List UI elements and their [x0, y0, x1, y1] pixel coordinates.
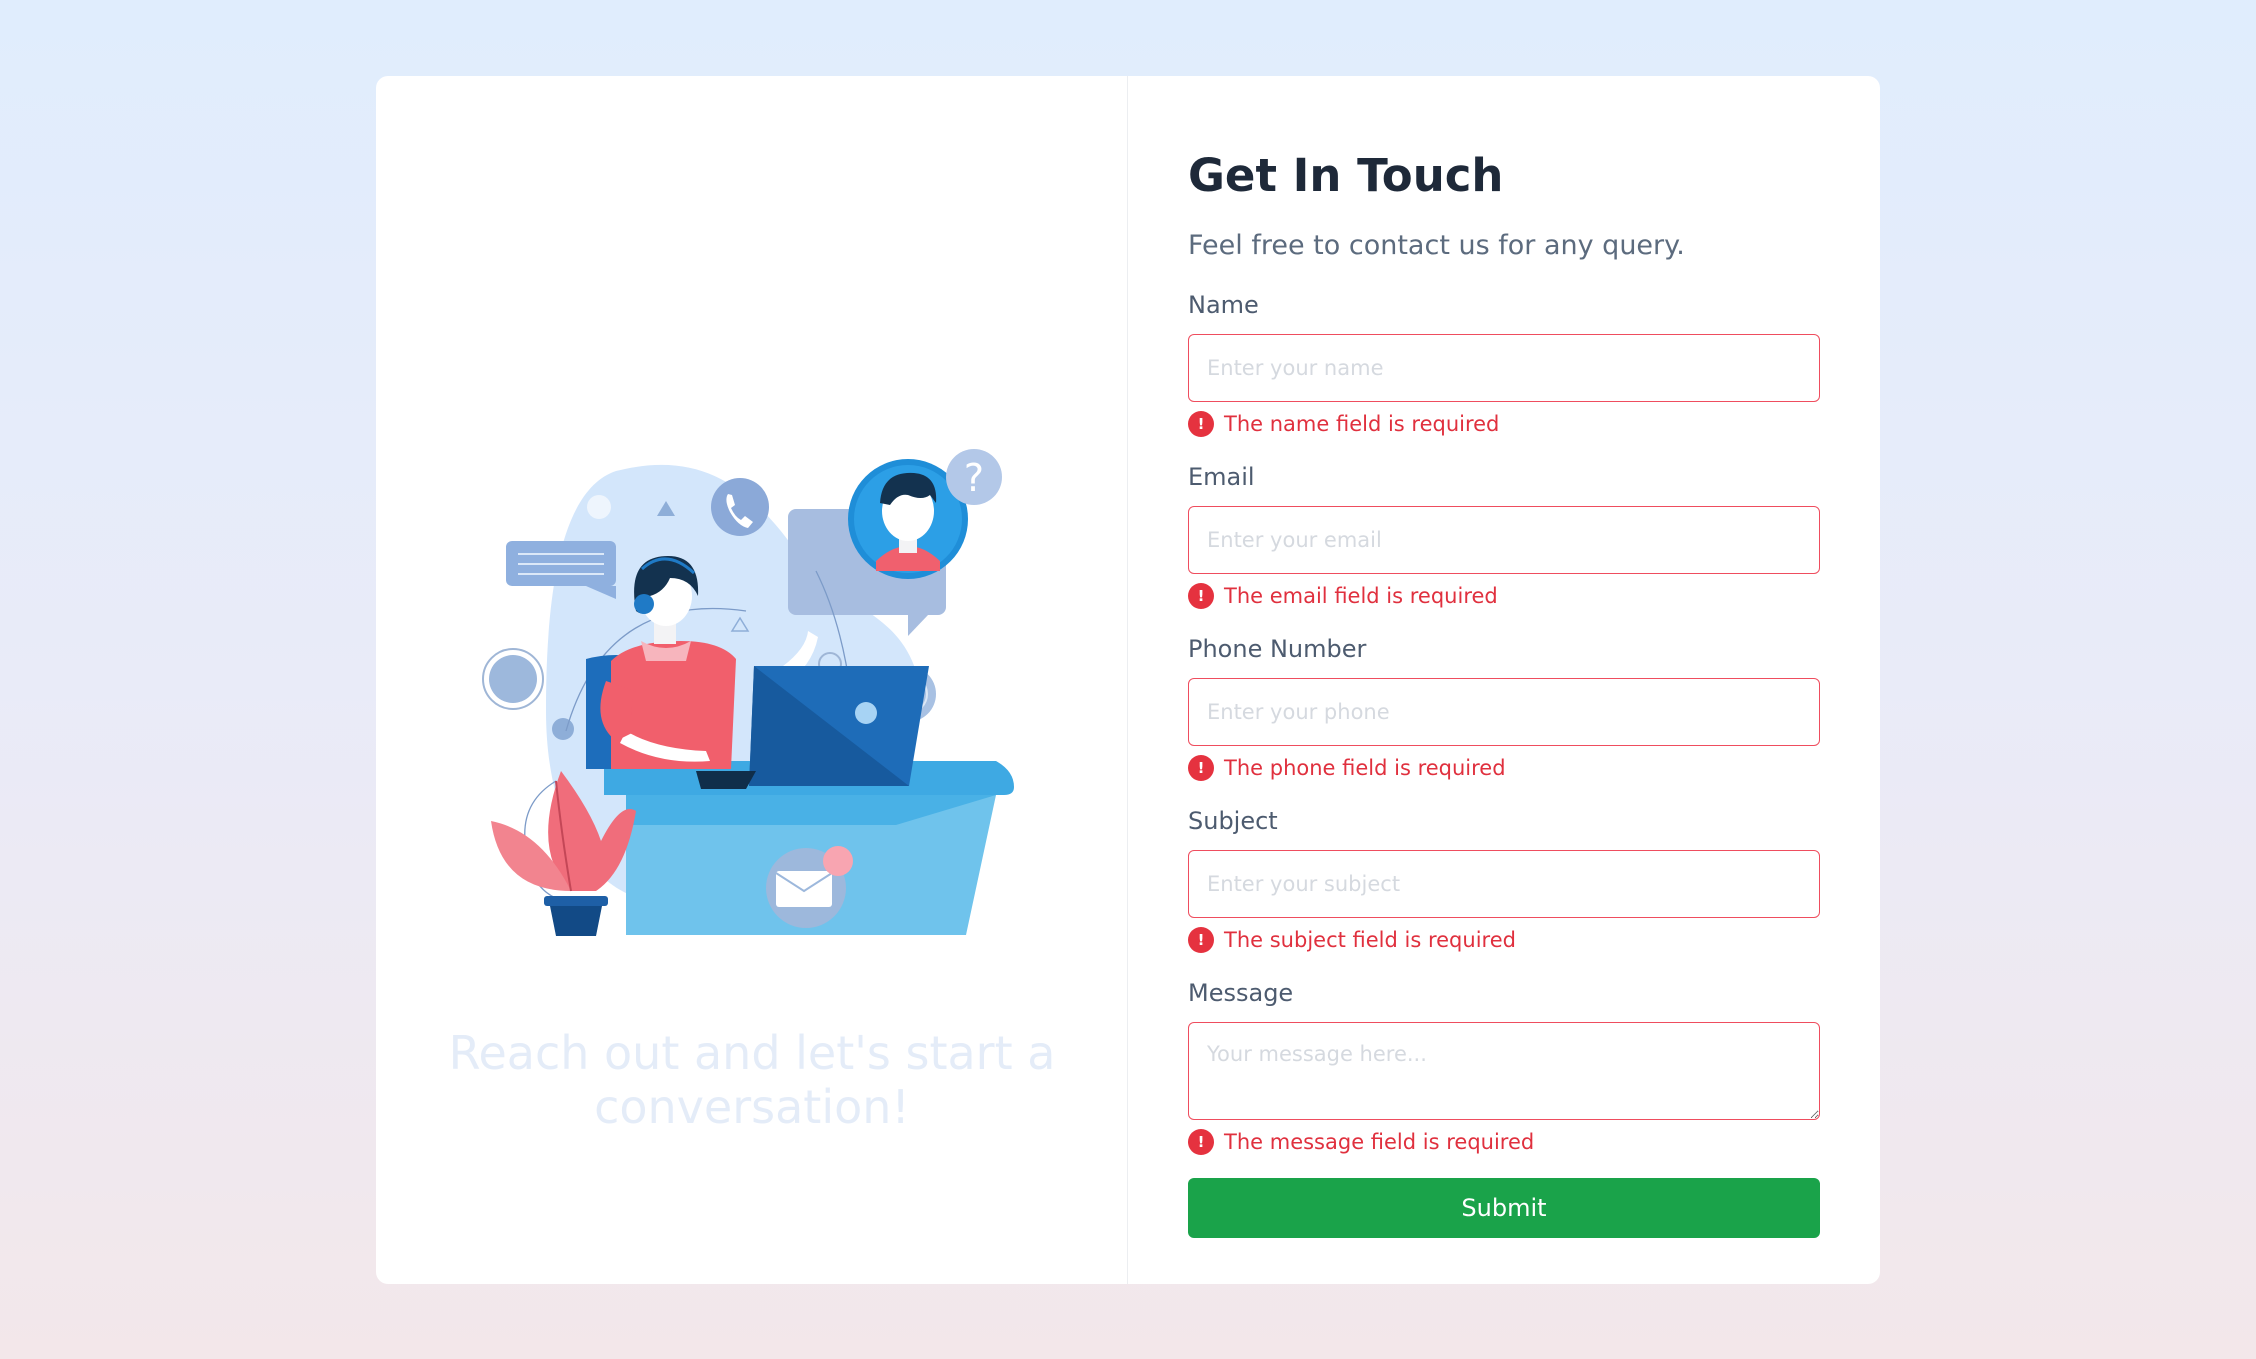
email-label: Email — [1188, 463, 1255, 491]
page-subtitle: Feel free to contact us for any query. — [1188, 230, 1685, 261]
phone-error: ! The phone field is required — [1188, 754, 1820, 782]
message-textarea[interactable] — [1188, 1022, 1820, 1120]
name-field-group: Name ! The name field is required — [1188, 291, 1820, 438]
subject-label: Subject — [1188, 807, 1278, 835]
message-label: Message — [1188, 979, 1294, 1007]
form-panel: Get In Touch Feel free to contact us for… — [1128, 76, 1880, 1284]
message-error: ! The message field is required — [1188, 1128, 1820, 1156]
email-input[interactable] — [1188, 506, 1820, 574]
question-icon: ? — [946, 449, 1002, 505]
message-field-group: Message ! The message field is required — [1188, 979, 1820, 1156]
name-error: ! The name field is required — [1188, 410, 1820, 438]
name-error-text: The name field is required — [1224, 412, 1500, 436]
support-agent-illustration: ? — [482, 449, 1014, 936]
submit-button[interactable]: Submit — [1188, 1178, 1820, 1238]
email-error-text: The email field is required — [1224, 584, 1498, 608]
name-input[interactable] — [1188, 334, 1820, 402]
contact-card: ? Reach out and let's start a conversati… — [376, 76, 1880, 1284]
subject-field-group: Subject ! The subject field is required — [1188, 807, 1820, 954]
email-field-group: Email ! The email field is required — [1188, 463, 1820, 610]
phone-icon — [711, 478, 769, 536]
message-error-text: The message field is required — [1224, 1130, 1535, 1154]
phone-label: Phone Number — [1188, 635, 1367, 663]
phone-error-text: The phone field is required — [1224, 756, 1506, 780]
tagline: Reach out and let's start a conversation… — [448, 1026, 1056, 1134]
error-icon: ! — [1188, 927, 1214, 953]
error-icon: ! — [1188, 583, 1214, 609]
error-icon: ! — [1188, 755, 1214, 781]
contact-form: Get In Touch Feel free to contact us for… — [1188, 146, 1820, 1238]
subject-input[interactable] — [1188, 850, 1820, 918]
email-error: ! The email field is required — [1188, 582, 1820, 610]
subject-error-text: The subject field is required — [1224, 928, 1516, 952]
page-title: Get In Touch — [1188, 149, 1504, 202]
subject-error: ! The subject field is required — [1188, 926, 1820, 954]
error-icon: ! — [1188, 1129, 1214, 1155]
phone-field-group: Phone Number ! The phone field is requir… — [1188, 635, 1820, 782]
phone-input[interactable] — [1188, 678, 1820, 746]
illustration-panel: ? Reach out and let's start a conversati… — [376, 76, 1128, 1284]
svg-text:?: ? — [964, 456, 984, 500]
name-label: Name — [1188, 291, 1259, 319]
error-icon: ! — [1188, 411, 1214, 437]
